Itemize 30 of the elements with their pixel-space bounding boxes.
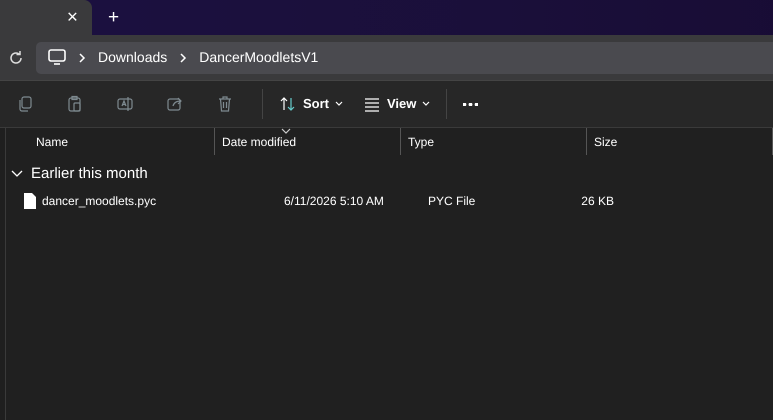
sort-caret-icon (281, 128, 291, 134)
share-icon (166, 95, 184, 113)
trash-icon (216, 95, 234, 113)
refresh-icon[interactable] (8, 50, 24, 66)
file-icon (24, 192, 36, 208)
column-header[interactable]: Date modified (215, 128, 401, 155)
breadcrumb[interactable]: DancerMoodletsV1 (199, 47, 318, 68)
size-cell: 26 KB (581, 194, 614, 208)
sort-button[interactable]: Sort (269, 87, 353, 121)
column-header[interactable]: Type (401, 128, 587, 155)
chevron-icon (78, 52, 86, 62)
rename-icon (116, 95, 134, 113)
column-header[interactable]: Size (587, 128, 773, 155)
group-header: Earlier this month (31, 164, 148, 184)
computer-icon (48, 49, 66, 66)
caret-icon (422, 101, 430, 107)
file-name[interactable]: dancer_moodlets.pyc (42, 192, 156, 210)
column-header[interactable]: Name (6, 128, 215, 155)
chevron-icon (179, 52, 188, 62)
more-icon (463, 102, 478, 106)
new-tab-button[interactable]: + (104, 0, 124, 35)
view-button[interactable]: View (353, 87, 440, 121)
expand-chevron-icon[interactable] (11, 170, 23, 178)
breadcrumb[interactable]: Downloads (98, 47, 168, 68)
date-cell: 6/11/2026 5:10 AM (284, 194, 384, 208)
address-bar[interactable]: Downloads DancerMoodletsV1 (36, 42, 773, 74)
close-tab-button[interactable]: × (62, 8, 82, 27)
sort-icon (279, 95, 297, 113)
type-cell: PYC File (428, 194, 476, 208)
caret-icon (335, 101, 343, 107)
